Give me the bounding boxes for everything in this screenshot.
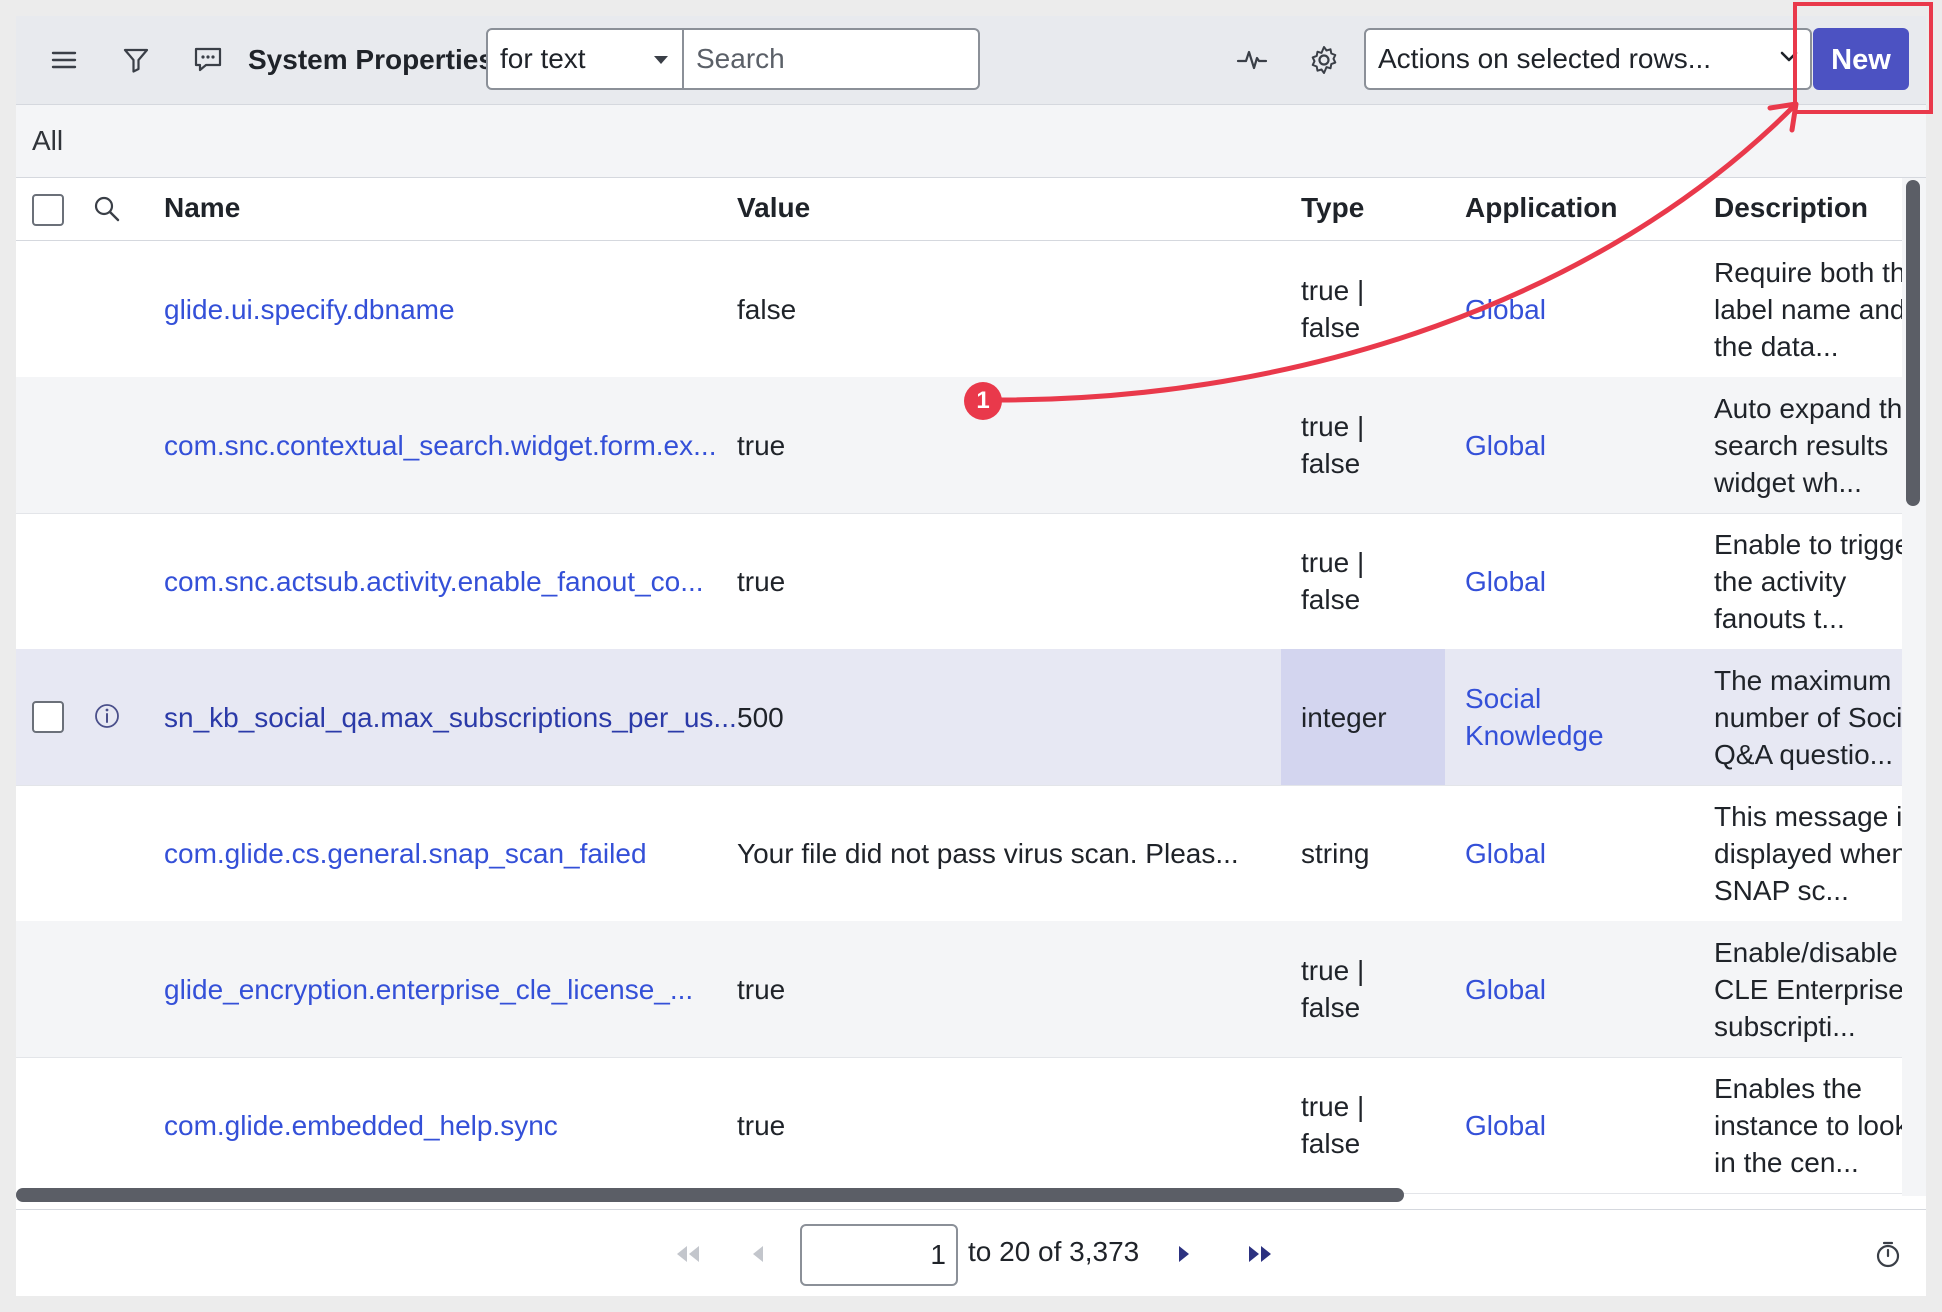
column-header-name[interactable]: Name [164,192,240,224]
search-input[interactable] [684,28,980,90]
column-header-application[interactable]: Application [1465,192,1617,224]
row-name-link[interactable]: com.glide.cs.general.snap_scan_failed [164,835,647,872]
row-description: This message is displayed when SNAP sc... [1714,801,1902,906]
row-name-link[interactable]: glide.ui.specify.dbname [164,291,455,328]
row-value: true [737,1110,786,1141]
activity-pulse-icon[interactable] [1230,38,1274,82]
row-type: integer [1301,702,1387,733]
annotation-step-badge: 1 [964,382,1002,420]
page-title: System Properties [248,44,494,75]
row-description: Require both th label name and the data... [1714,257,1902,362]
caret-down-icon [654,56,668,64]
row-name-link[interactable]: glide_encryption.enterprise_cle_license_… [164,971,693,1008]
row-application-link[interactable]: Social Knowledge [1465,680,1604,754]
filter-icon[interactable] [114,38,158,82]
horizontal-scrollbar[interactable] [16,1184,1902,1208]
column-search-icon[interactable] [92,194,124,226]
next-page-icon[interactable] [1164,1234,1204,1274]
row-value: true [737,430,786,461]
last-page-icon[interactable] [1240,1234,1280,1274]
row-value: false [737,294,797,325]
first-page-icon[interactable] [668,1234,708,1274]
row-type: string [1301,838,1370,869]
row-value: 500 [737,702,784,733]
row-application-link[interactable]: Global [1465,291,1546,328]
hamburger-menu-icon[interactable] [42,38,86,82]
records-table: Name Value Type Application Description … [16,178,1902,1196]
search-field-select[interactable]: for text [486,28,684,90]
page-range-text: to 20 of 3,373 [968,1236,1140,1267]
search-field-value: for text [500,43,586,74]
row-description: Enable/disable CLE Enterprise subscripti..… [1714,937,1902,1042]
info-icon[interactable] [92,701,124,733]
row-application-link[interactable]: Global [1465,835,1546,872]
column-header-description[interactable]: Description [1714,192,1868,224]
row-application-link[interactable]: Global [1465,563,1546,600]
row-type: true | false [1301,275,1365,343]
row-type: true | false [1301,955,1365,1023]
table-row[interactable]: com.snc.actsub.activity.enable_fanout_co… [16,513,1902,650]
select-all-checkbox[interactable] [32,194,64,226]
row-description: The maximum number of Socia Q&A questio... [1714,665,1902,770]
row-application-link[interactable]: Global [1465,427,1546,464]
stopwatch-icon[interactable] [1868,1234,1908,1274]
row-select-checkbox[interactable] [32,701,64,733]
row-description: Enable to trigge the activity fanouts t... [1714,529,1902,634]
actions-on-selected-rows-select[interactable]: Actions on selected rows... [1364,28,1812,90]
column-header-type[interactable]: Type [1301,192,1364,224]
row-application-link[interactable]: Global [1465,1107,1546,1144]
actions-select-value: Actions on selected rows... [1378,43,1712,74]
row-name-link[interactable]: sn_kb_social_qa.max_subscriptions_per_us… [164,699,737,736]
vertical-scrollbar-thumb[interactable] [1906,180,1920,506]
previous-page-icon[interactable] [738,1234,778,1274]
row-description: Auto expand th search results widget wh... [1714,393,1902,498]
row-type: true | false [1301,547,1365,615]
vertical-scrollbar[interactable] [1902,178,1926,1196]
row-value: true [737,566,786,597]
page-number-input[interactable] [800,1224,958,1286]
chat-comment-icon[interactable] [186,38,230,82]
breadcrumb: All [16,105,1926,178]
row-description: Enables the instance to look in the cen... [1714,1073,1902,1178]
table-row[interactable]: glide_encryption.enterprise_cle_license_… [16,921,1902,1058]
list-frame: System Properties for text Actions on se… [16,16,1926,1296]
table-row[interactable]: glide.ui.specify.dbname false true | fals… [16,241,1902,378]
table-row[interactable]: com.snc.contextual_search.widget.form.ex… [16,377,1902,514]
row-type: true | false [1301,411,1365,479]
pagination-footer: to 20 of 3,373 [16,1209,1926,1296]
table-header-row: Name Value Type Application Description [16,178,1902,241]
row-name-link[interactable]: com.glide.embedded_help.sync [164,1107,558,1144]
row-type: true | false [1301,1091,1365,1159]
table-row[interactable]: com.glide.embedded_help.sync true true |… [16,1057,1902,1194]
column-header-value[interactable]: Value [737,192,810,224]
gear-icon[interactable] [1302,38,1346,82]
breadcrumb-all[interactable]: All [32,125,63,157]
row-name-link[interactable]: com.snc.contextual_search.widget.form.ex… [164,427,716,464]
row-value: Your file did not pass virus scan. Pleas… [737,838,1239,869]
list-toolbar: System Properties for text Actions on se… [16,16,1926,105]
row-value: true [737,974,786,1005]
row-application-link[interactable]: Global [1465,971,1546,1008]
annotation-highlight-box [1793,2,1933,114]
horizontal-scrollbar-thumb[interactable] [16,1188,1404,1202]
table-row-hovered[interactable]: sn_kb_social_qa.max_subscriptions_per_us… [16,649,1902,786]
row-name-link[interactable]: com.snc.actsub.activity.enable_fanout_co… [164,563,704,600]
table-row[interactable]: com.glide.cs.general.snap_scan_failed Yo… [16,785,1902,922]
